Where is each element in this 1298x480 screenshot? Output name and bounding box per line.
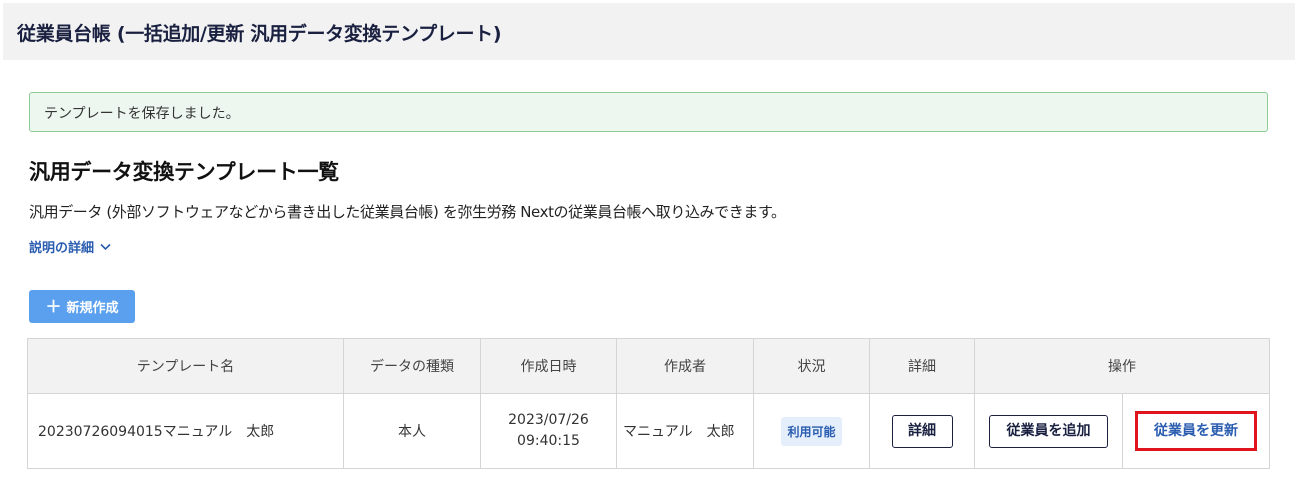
column-header-status: 状況 xyxy=(753,338,870,394)
column-header-creator: 作成者 xyxy=(616,338,754,394)
created-at-cell: 2023/07/26 09:40:15 xyxy=(480,393,617,469)
template-name-cell: 20230726094015マニュアル 太郎 xyxy=(27,393,344,469)
details-link-label: 説明の詳細 xyxy=(29,241,95,256)
page-title: 従業員台帳 (一括追加/更新 汎用データ変換テンプレート) xyxy=(17,23,502,45)
alert-message: テンプレートを保存しました。 xyxy=(44,106,240,122)
created-date: 2023/07/26 xyxy=(508,412,589,428)
details-toggle-link[interactable]: 説明の詳細 xyxy=(29,237,111,256)
detail-button[interactable]: 詳細 xyxy=(891,414,953,448)
new-template-button[interactable]: ＋ 新規作成 xyxy=(29,290,135,323)
success-alert: テンプレートを保存しました。 xyxy=(29,92,1268,132)
table-header-row: テンプレート名 データの種類 作成日時 作成者 状況 詳細 操作 xyxy=(27,338,1270,394)
add-cell: 従業員を追加 xyxy=(974,393,1123,469)
column-header-detail: 詳細 xyxy=(869,338,975,394)
template-table: テンプレート名 データの種類 作成日時 作成者 状況 詳細 操作 2023072… xyxy=(27,338,1270,469)
data-type-cell: 本人 xyxy=(343,393,481,469)
section-description: 汎用データ (外部ソフトウェアなどから書き出した従業員台帳) を弥生労務 Nex… xyxy=(29,203,786,221)
column-header-data-type: データの種類 xyxy=(343,338,481,394)
column-header-template-name: テンプレート名 xyxy=(27,338,344,394)
status-cell: 利用可能 xyxy=(753,393,870,469)
plus-icon: ＋ xyxy=(45,296,62,316)
creator-cell: マニュアル 太郎 xyxy=(616,393,754,469)
section-title: 汎用データ変換テンプレート一覧 xyxy=(29,160,339,184)
table-row: 20230726094015マニュアル 太郎 本人 2023/07/26 09:… xyxy=(27,393,1270,469)
add-employee-button[interactable]: 従業員を追加 xyxy=(989,414,1108,448)
update-employee-button[interactable]: 従業員を更新 xyxy=(1135,411,1257,451)
column-header-actions: 操作 xyxy=(974,338,1270,394)
update-cell: 従業員を更新 xyxy=(1122,393,1270,469)
status-badge: 利用可能 xyxy=(781,416,842,446)
created-time: 09:40:15 xyxy=(517,433,580,449)
chevron-down-icon xyxy=(100,243,111,250)
column-header-created-at: 作成日時 xyxy=(480,338,617,394)
detail-cell: 詳細 xyxy=(869,393,975,469)
page-header: 従業員台帳 (一括追加/更新 汎用データ変換テンプレート) xyxy=(3,3,1295,60)
new-button-label: 新規作成 xyxy=(66,301,119,316)
